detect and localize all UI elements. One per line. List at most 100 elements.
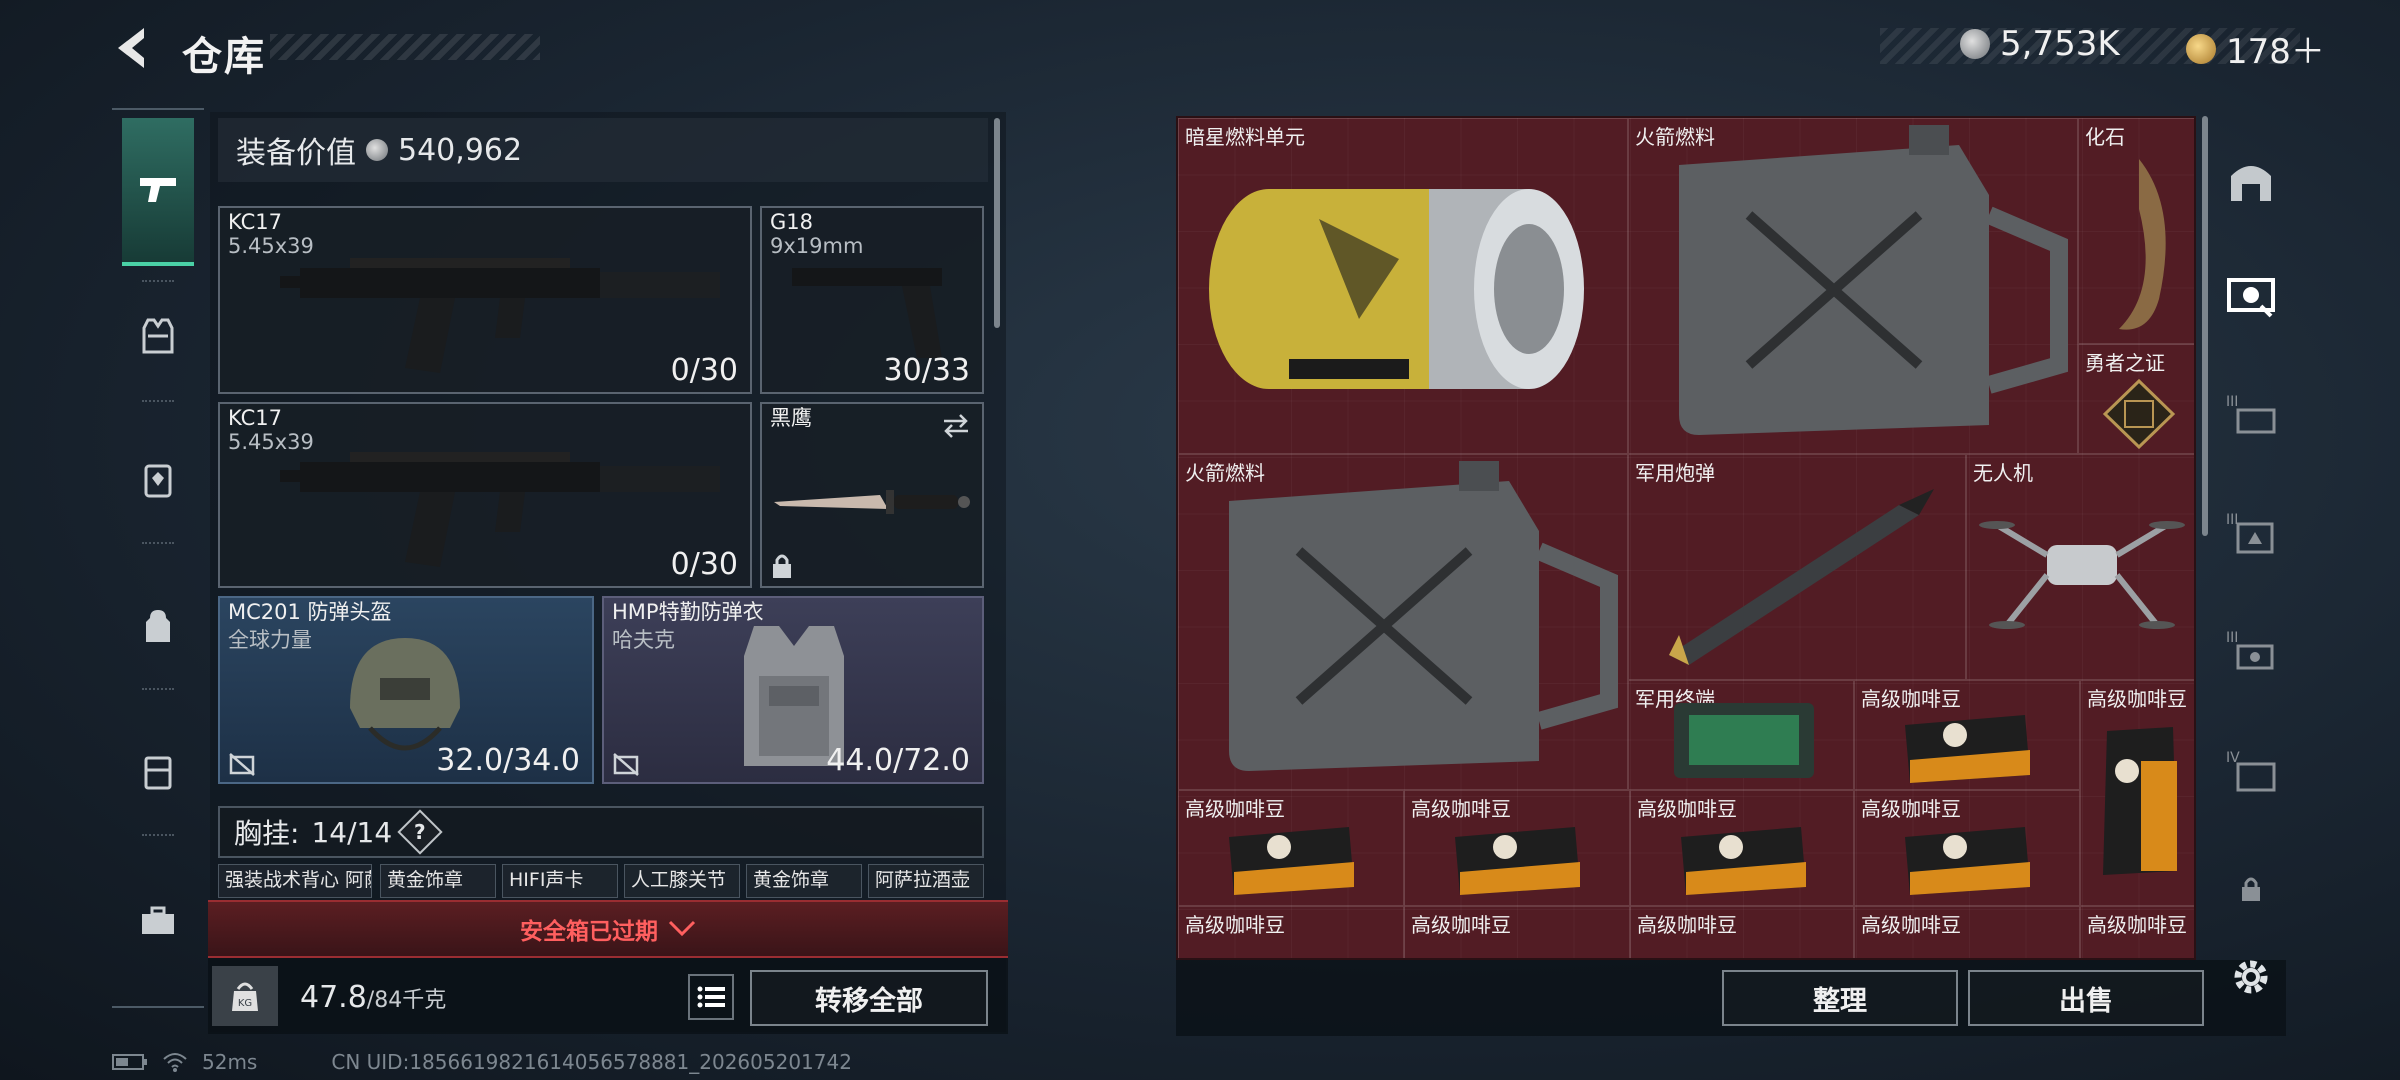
stash-item[interactable]: 高级咖啡豆 bbox=[1854, 680, 2080, 790]
jerry-can-image bbox=[1679, 125, 2068, 435]
stash-item[interactable]: 高级咖啡豆 bbox=[1178, 906, 1404, 958]
helmet-slot[interactable]: MC201 防弹头盔 全球力量 32.0/34.0 bbox=[218, 596, 594, 784]
stash-item[interactable]: 高级咖啡豆 bbox=[1178, 790, 1404, 906]
nav-toolbox[interactable] bbox=[122, 884, 194, 956]
wifi-icon bbox=[163, 1053, 187, 1072]
weight-readout: 47.8/84千克 bbox=[300, 980, 447, 1015]
safe-box-expired-banner[interactable]: 安全箱已过期 bbox=[208, 900, 1008, 958]
chevron-down-icon bbox=[668, 920, 696, 937]
melee-slot[interactable]: 黑鹰 bbox=[760, 402, 984, 588]
gold-currency[interactable]: 178＋ bbox=[2186, 24, 2325, 73]
stash-item[interactable]: 化石 bbox=[2078, 118, 2194, 344]
weight-icon: KG bbox=[212, 966, 278, 1026]
stash-item[interactable]: 军用炮弹 bbox=[1628, 454, 1966, 680]
equipment-value: 装备价值 540,962 bbox=[218, 118, 988, 182]
nav-armor[interactable] bbox=[122, 300, 194, 372]
nav-backpack[interactable] bbox=[122, 590, 194, 662]
knife-image bbox=[774, 490, 970, 514]
kettlebell-icon: KG bbox=[232, 982, 258, 1011]
no-repair-icon bbox=[229, 753, 255, 776]
stash-item[interactable]: 火箭燃料 bbox=[1628, 118, 2078, 454]
chest-slot[interactable]: 人工膝关节 bbox=[624, 864, 740, 898]
nav-safe-case[interactable] bbox=[122, 736, 194, 808]
tab-stash-3[interactable]: III bbox=[2216, 378, 2286, 448]
stash-item[interactable]: 高级咖啡豆 bbox=[2080, 680, 2194, 906]
drone-image bbox=[1979, 521, 2185, 629]
no-repair-icon bbox=[613, 753, 639, 776]
fossil-image bbox=[2119, 159, 2166, 330]
chest-slot[interactable]: 黄金饰章 bbox=[380, 864, 496, 898]
nav-chest-rig[interactable] bbox=[122, 444, 194, 516]
svg-text:III: III bbox=[2226, 630, 2238, 646]
coffee-bag-image bbox=[1905, 715, 2030, 783]
coffee-bag-image bbox=[1229, 827, 1354, 895]
stash-item[interactable]: 高级咖啡豆 bbox=[1630, 906, 1854, 958]
body-armor-slot[interactable]: HMP特勤防弹衣 哈夫克 44.0/72.0 bbox=[602, 596, 984, 784]
silver-currency[interactable]: 5,753K bbox=[1960, 24, 2120, 64]
tab-stash-4[interactable]: IV bbox=[2216, 734, 2286, 804]
chest-slot[interactable]: HIFI声卡 bbox=[502, 864, 618, 898]
back-button[interactable] bbox=[110, 22, 162, 74]
svg-text:III: III bbox=[2226, 394, 2238, 410]
chest-slot[interactable]: 黄金饰章 bbox=[746, 864, 862, 898]
transfer-all-button[interactable]: 转移全部 bbox=[750, 970, 988, 1026]
weapon-crate-icon bbox=[2227, 278, 2275, 318]
title-decoration bbox=[270, 34, 540, 60]
armor-vest-icon bbox=[142, 318, 174, 354]
list-view-button[interactable] bbox=[688, 974, 734, 1020]
stash-item[interactable]: 军用终端 bbox=[1628, 680, 1854, 790]
backpack-icon bbox=[146, 610, 170, 642]
equipment-scrollbar[interactable] bbox=[994, 118, 1000, 328]
tab-home[interactable] bbox=[2216, 146, 2286, 216]
weapon-slot-primary[interactable]: KC17 5.45x39 0/30 bbox=[218, 206, 752, 394]
chest-rig-header[interactable]: 胸挂: 14/14 ? bbox=[218, 806, 984, 858]
missile-image bbox=[1669, 489, 1934, 665]
settings-button[interactable] bbox=[2216, 942, 2286, 1012]
toolbox-icon bbox=[142, 906, 174, 934]
locked-tab bbox=[2216, 854, 2286, 924]
tab-stash-3c[interactable]: III bbox=[2216, 614, 2286, 684]
help-button[interactable]: ? bbox=[397, 809, 443, 855]
tab-all-items[interactable] bbox=[2216, 260, 2286, 330]
stash-item[interactable]: 高级咖啡豆 bbox=[1854, 790, 2080, 906]
pistol-image bbox=[792, 268, 942, 358]
gold-coin-icon bbox=[2186, 33, 2216, 64]
stash-item[interactable]: 火箭燃料 bbox=[1178, 454, 1628, 790]
list-icon bbox=[697, 986, 725, 1008]
silver-coin-icon bbox=[1960, 29, 1990, 59]
weapon-slot-sidearm[interactable]: G18 9x19mm 30/33 bbox=[760, 206, 984, 394]
container-iii-icon: III bbox=[2226, 394, 2276, 434]
terminal-image bbox=[1674, 703, 1814, 778]
stash-item[interactable]: 高级咖啡豆 bbox=[1404, 790, 1630, 906]
weapon-slot-secondary[interactable]: KC17 5.45x39 0/30 bbox=[218, 402, 752, 588]
stash-item[interactable]: 高级咖啡豆 bbox=[1630, 790, 1854, 906]
lock-icon bbox=[773, 554, 791, 578]
nav-weapons[interactable] bbox=[122, 118, 194, 266]
lock-icon bbox=[2242, 877, 2260, 901]
stash-item[interactable]: 暗星燃料单元 bbox=[1178, 118, 1628, 454]
sell-button[interactable]: 出售 bbox=[1968, 970, 2204, 1026]
fuel-cell-image bbox=[1209, 189, 1584, 389]
stash-item[interactable]: 勇者之证 bbox=[2078, 344, 2194, 454]
stash-item[interactable]: 高级咖啡豆 bbox=[1854, 906, 2080, 958]
container-iv-icon: IV bbox=[2226, 750, 2276, 792]
tab-stash-3b[interactable]: III bbox=[2216, 496, 2286, 566]
category-nav bbox=[112, 108, 204, 1008]
swap-icon[interactable] bbox=[940, 412, 972, 440]
stash-item[interactable]: 高级咖啡豆 bbox=[2080, 906, 2194, 958]
case-icon bbox=[144, 756, 172, 790]
chest-slot[interactable]: 阿萨拉酒壶 bbox=[868, 864, 984, 898]
coffee-bag-image bbox=[1455, 827, 1580, 895]
gear-icon bbox=[2234, 960, 2268, 994]
stash-item[interactable]: 无人机 bbox=[1966, 454, 2194, 680]
stash-tabs: III III III IV bbox=[2208, 116, 2294, 1036]
stash-item[interactable]: 高级咖啡豆 bbox=[1404, 906, 1630, 958]
page-title: 仓库 bbox=[182, 34, 266, 80]
chest-rig-icon bbox=[144, 464, 172, 498]
chest-slot[interactable]: 强装战术背心 阿萨拉... bbox=[218, 864, 372, 898]
jerry-can-image bbox=[1229, 461, 1618, 771]
sort-button[interactable]: 整理 bbox=[1722, 970, 1958, 1026]
battery-icon bbox=[112, 1054, 147, 1070]
coffee-bag-image bbox=[1681, 827, 1806, 895]
status-bar: 52ms CN UID:1856619821614056578881_20260… bbox=[112, 1050, 852, 1074]
